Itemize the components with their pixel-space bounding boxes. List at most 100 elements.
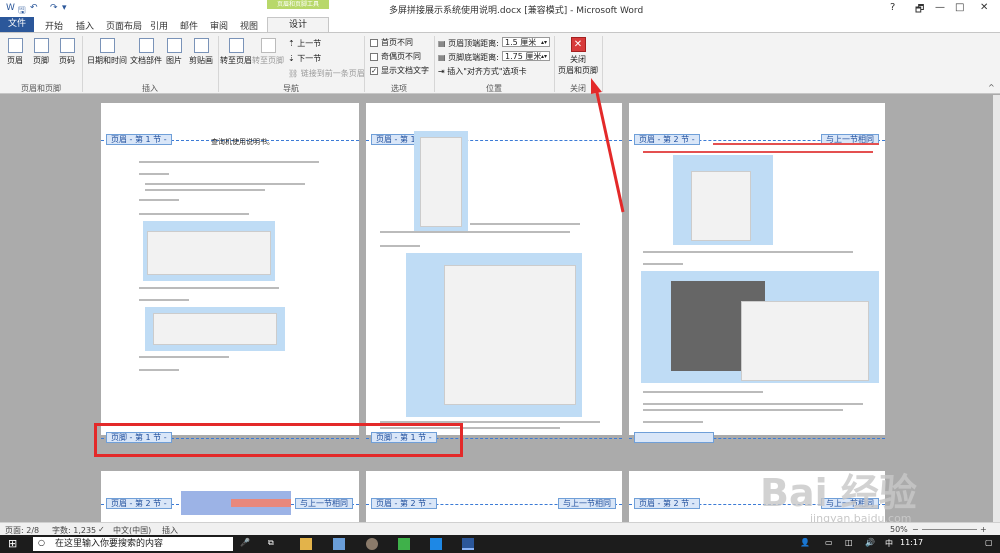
footer-highlight-box <box>94 423 463 457</box>
redo-icon[interactable]: ↷ <box>50 3 58 13</box>
footer-distance-icon: ▤ <box>438 53 449 62</box>
tray-volume-icon[interactable]: 🔊 <box>865 538 875 547</box>
page-2[interactable]: 页眉 - 第 1 节 - 页脚 - 第 1 节 - <box>366 103 622 443</box>
picture-icon <box>166 38 182 53</box>
text-line <box>643 421 703 423</box>
windows-start-icon[interactable]: ⊞ <box>8 537 17 550</box>
group-label-insert: 插入 <box>142 84 158 93</box>
group-label-options: 选项 <box>391 84 407 93</box>
vertical-scrollbar[interactable] <box>993 95 1000 522</box>
footer-bottom-distance-input[interactable]: 1.75 厘米 ▴▾ <box>502 51 550 61</box>
calendar-icon <box>99 38 115 53</box>
show-document-text-checkbox[interactable]: ✓ 显示文档文字 <box>370 65 429 76</box>
menu-image <box>691 171 751 241</box>
tab-review[interactable]: 审阅 <box>210 19 228 32</box>
text-line <box>643 403 863 405</box>
task-view-icon[interactable]: ⧉ <box>268 538 274 548</box>
goto-header-button[interactable]: 转至页眉 <box>220 38 252 66</box>
page1-title: 查询机使用说明书。 <box>211 138 274 146</box>
app-icon[interactable] <box>333 538 345 550</box>
clipart-button[interactable]: 剪贴画 <box>187 38 215 66</box>
header-section-tag: 页眉 - 第 1 节 - <box>106 134 172 145</box>
zoom-level[interactable]: 50% <box>890 525 908 534</box>
dialog-image <box>153 313 277 345</box>
tab-mailings[interactable]: 邮件 <box>180 19 198 32</box>
taskbar-search-input[interactable]: 在这里输入你要搜索的内容 <box>33 537 233 551</box>
date-time-button[interactable]: 日期和时间 <box>86 38 128 66</box>
media-app-icon[interactable] <box>366 538 378 550</box>
document-parts-icon <box>138 38 154 53</box>
microphone-icon[interactable]: 🎤 <box>240 538 250 547</box>
tray-people-icon[interactable]: 👤 <box>800 538 810 547</box>
undo-icon[interactable]: ↶ <box>30 3 38 13</box>
tab-references[interactable]: 引用 <box>150 19 168 32</box>
footer-section-tag <box>634 432 714 443</box>
file-explorer-icon[interactable] <box>300 538 312 550</box>
tab-page-layout[interactable]: 页面布局 <box>106 19 142 32</box>
clock[interactable]: 11:17 <box>900 538 923 547</box>
word-app-icon[interactable]: W <box>6 3 15 13</box>
tab-view[interactable]: 视图 <box>240 19 258 32</box>
page-4[interactable]: 页眉 - 第 2 节 - 与上一节相同 <box>101 471 359 522</box>
text-line <box>139 213 249 215</box>
header-top-distance-input[interactable]: 1.5 厘米 ▴▾ <box>502 37 550 47</box>
proofing-icon[interactable]: ✓ <box>98 525 105 534</box>
dialog-image <box>444 265 576 405</box>
notification-icon[interactable]: ▢ <box>985 538 993 547</box>
text-line <box>380 231 570 233</box>
help-button[interactable]: ? <box>890 2 895 13</box>
insert-alignment-tab-button[interactable]: ⇥ 插入"对齐方式"选项卡 <box>438 66 527 77</box>
text-line <box>139 287 279 289</box>
text-line <box>139 356 229 358</box>
tray-battery-icon[interactable]: ▭ <box>825 538 833 547</box>
page-1[interactable]: 页眉 - 第 1 节 - 查询机使用说明书。 页脚 - 第 1 节 - <box>101 103 359 443</box>
goto-footer-button[interactable]: 转至页脚 <box>252 38 284 66</box>
previous-section-button[interactable]: ⇡ 上一节 <box>288 38 321 49</box>
group-label-close: 关闭 <box>570 84 586 93</box>
tab-file[interactable]: 文件 <box>0 17 34 32</box>
text-line <box>145 189 265 191</box>
ribbon-tabs: 开始 插入 页面布局 引用 邮件 审阅 视图 <box>0 17 1000 32</box>
zoom-slider[interactable] <box>922 529 977 530</box>
text-line <box>139 173 169 175</box>
maximize-button[interactable]: □ <box>955 2 964 13</box>
minimize-button[interactable]: — <box>935 2 945 13</box>
tray-network-icon[interactable]: ◫ <box>845 538 853 547</box>
close-header-footer-button[interactable]: ✕ 关闭 页眉和页脚 <box>556 37 600 76</box>
tab-home[interactable]: 开始 <box>45 19 63 32</box>
spin-arrows-icon: ▴▾ <box>540 53 547 60</box>
header-button[interactable]: 页眉 <box>4 38 26 66</box>
screenshot-image <box>673 155 773 245</box>
word-taskbar-icon[interactable] <box>462 538 474 550</box>
text-line <box>643 409 843 411</box>
collapse-ribbon-icon[interactable]: ^ <box>988 83 995 92</box>
page-number-button[interactable]: 页码 <box>56 38 78 66</box>
wechat-icon[interactable] <box>398 538 410 550</box>
page-5[interactable]: 页眉 - 第 2 节 - 与上一节相同 <box>366 471 622 522</box>
same-as-previous-tag: 与上一节相同 <box>295 498 353 509</box>
footer-button[interactable]: 页脚 <box>30 38 52 66</box>
text-line <box>139 299 189 301</box>
customize-quick-access-icon[interactable]: ▾ <box>62 3 67 13</box>
input-method-indicator[interactable]: 中 <box>885 538 893 549</box>
zoom-out-icon[interactable]: − <box>912 525 919 534</box>
different-first-page-checkbox[interactable]: 首页不同 <box>370 37 413 48</box>
tab-design[interactable]: 设计 <box>267 17 329 32</box>
edge-browser-icon[interactable] <box>430 538 442 550</box>
document-area[interactable]: 页眉 - 第 1 节 - 查询机使用说明书。 页脚 - 第 1 节 - 页眉 -… <box>0 95 993 522</box>
goto-header-icon <box>228 38 244 53</box>
picture-button[interactable]: 图片 <box>164 38 184 66</box>
next-section-button[interactable]: ⇣ 下一节 <box>288 53 321 64</box>
screenshot-image <box>143 221 275 281</box>
spin-arrows-icon: ▴▾ <box>540 39 547 46</box>
different-odd-even-checkbox[interactable]: 奇偶页不同 <box>370 51 421 62</box>
document-parts-button[interactable]: 文档部件 <box>128 38 164 66</box>
title-bar: W 🖫 ↶ ↷ ▾ 页眉和页脚工具 多屏拼接展示系统使用说明.docx [兼容模… <box>0 0 1000 17</box>
dialog-image <box>147 231 271 275</box>
zoom-in-icon[interactable]: + <box>980 525 987 534</box>
link-to-previous-button[interactable]: ⛓ 链接到前一条页眉 <box>288 68 365 79</box>
ribbon-separator <box>602 36 603 92</box>
tab-insert[interactable]: 插入 <box>76 19 94 32</box>
page-3[interactable]: 页眉 - 第 2 节 - 与上一节相同 <box>629 103 885 443</box>
close-window-button[interactable]: ✕ <box>980 2 988 13</box>
